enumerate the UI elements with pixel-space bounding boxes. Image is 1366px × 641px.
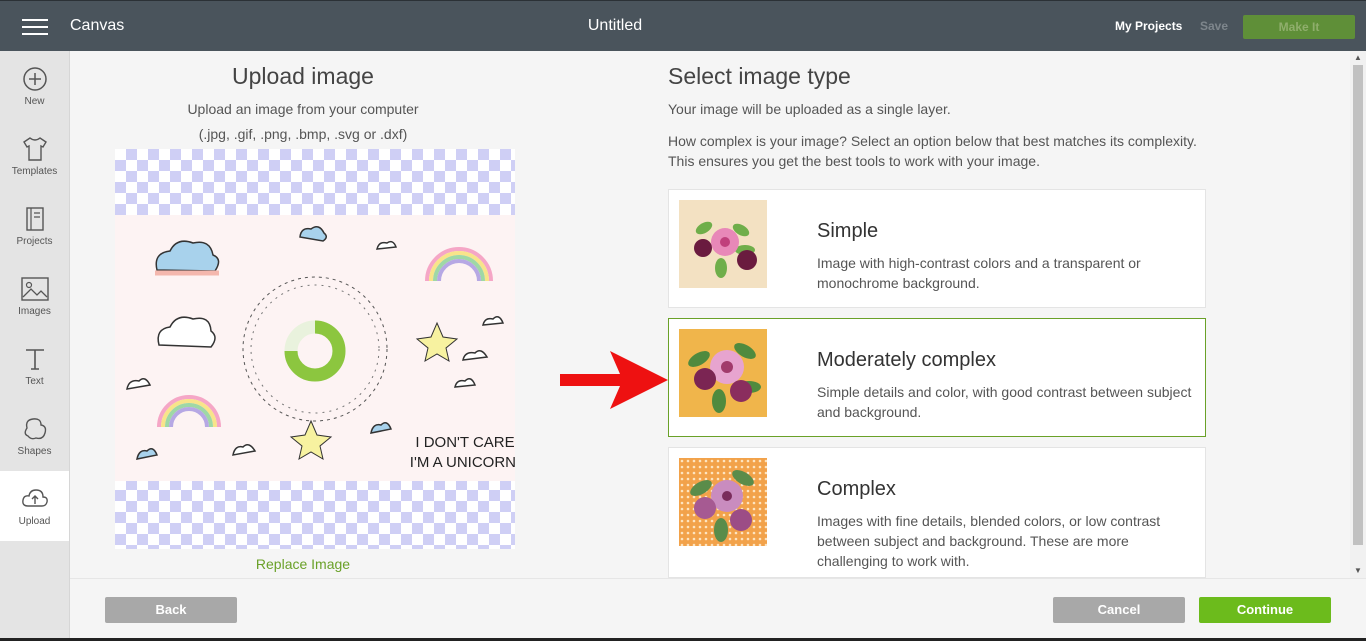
artwork-text-line2: I'M A UNICORN! [410,454,515,471]
cloud-decoration [155,240,220,272]
sidebar-item-label: Upload [18,516,51,527]
red-arrow-indicator [560,351,668,409]
moderate-flower-thumbnail [679,329,767,417]
simple-flower-thumbnail [679,200,767,288]
option-title: Complex [817,478,896,500]
plus-circle-icon [22,67,47,91]
footer-bar: Back Cancel Continue [70,578,1366,638]
select-type-question: How complex is your image? Select an opt… [668,133,1197,169]
sidebar-item-templates[interactable]: Templates [0,121,69,191]
complex-flower-thumbnail [679,458,767,546]
left-sidebar: New Templates Projects Images Text Shape… [0,51,70,641]
upload-subtitle: Upload an image from your computer [187,101,419,117]
scroll-down-arrow-icon[interactable]: ▼ [1353,566,1363,576]
scroll-up-arrow-icon[interactable]: ▲ [1353,53,1363,63]
sidebar-item-shapes[interactable]: Shapes [0,401,69,471]
back-button[interactable]: Back [105,597,237,623]
image-preview: I DON'T CARE I'M A UNICORN! [115,149,520,549]
sidebar-item-label: Projects [16,236,53,247]
upload-cloud-icon [21,489,48,507]
uploaded-artwork: I DON'T CARE I'M A UNICORN! [115,215,520,481]
select-type-title: Select image type [668,63,851,89]
replace-image-link[interactable]: Replace Image [140,556,466,572]
continue-button[interactable]: Continue [1199,597,1331,623]
option-moderately-complex[interactable]: Moderately complex Simple details and co… [668,318,1206,437]
sidebar-item-upload[interactable]: Upload [0,471,69,541]
sidebar-item-new[interactable]: New [0,51,69,121]
sidebar-item-label: Templates [11,166,58,177]
sidebar-item-label: Images [18,306,51,317]
option-description: Images with fine details, blended colors… [817,513,1161,569]
sidebar-item-label: Shapes [17,446,52,457]
text-icon [25,349,44,370]
sidebar-item-label: Text [25,376,44,387]
option-description: Image with high-contrast colors and a tr… [817,255,1141,291]
scrollbar-thumb[interactable] [1353,65,1363,545]
artwork-text-line1: I DON'T CARE [415,434,514,451]
option-simple[interactable]: Simple Image with high-contrast colors a… [668,189,1206,308]
upload-formats: (.jpg, .gif, .png, .bmp, .svg or .dxf) [198,126,408,142]
make-it-button[interactable]: Make It [1243,15,1355,39]
sidebar-item-images[interactable]: Images [0,261,69,331]
top-bar: Canvas Untitled My Projects Save Make It [0,0,1366,51]
upload-title: Upload image [232,63,374,89]
main-content: Upload image Upload an image from your c… [70,51,1350,578]
cancel-button[interactable]: Cancel [1053,597,1185,623]
option-title: Simple [817,220,879,242]
image-icon [20,277,49,301]
tshirt-icon [22,137,47,161]
notebook-icon [25,207,44,231]
option-title: Moderately complex [817,349,996,371]
save-button[interactable]: Save [1200,19,1228,33]
select-type-intro: Your image will be uploaded as a single … [668,101,951,117]
option-complex[interactable]: Complex Images with fine details, blende… [668,447,1206,578]
sidebar-item-projects[interactable]: Projects [0,191,69,261]
sidebar-item-text[interactable]: Text [0,331,69,401]
vertical-scrollbar[interactable]: ▲ ▼ [1350,51,1366,578]
document-title[interactable]: Untitled [0,17,1230,35]
shapes-icon [24,418,46,440]
sidebar-item-label: New [24,96,45,107]
option-description: Simple details and color, with good cont… [817,384,1192,420]
my-projects-link[interactable]: My Projects [1115,19,1182,33]
